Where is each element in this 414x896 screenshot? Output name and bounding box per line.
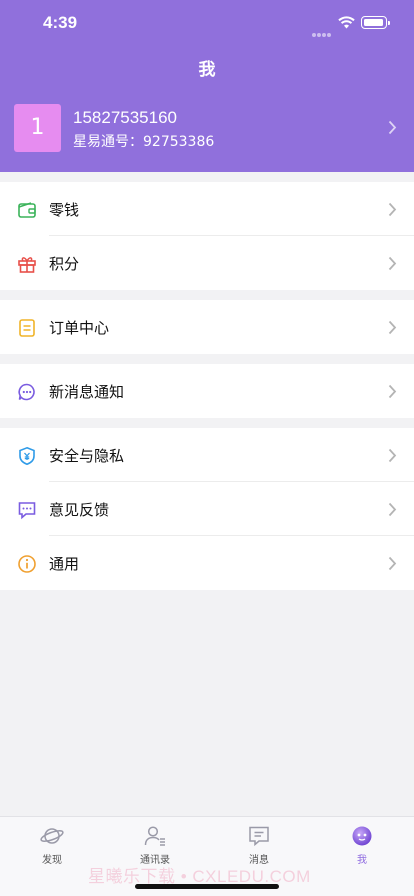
menu-item-notifications[interactable]: 新消息通知 (0, 364, 414, 418)
message-icon (249, 826, 269, 847)
menu-item-orders[interactable]: 订单中心 (0, 300, 414, 354)
chat-bubble-icon (18, 383, 35, 401)
chevron-right-icon (388, 502, 397, 517)
home-indicator (135, 884, 279, 889)
chevron-right-icon (388, 384, 397, 399)
gift-icon (18, 257, 36, 273)
battery-icon (361, 16, 390, 29)
chevron-right-icon (388, 448, 397, 463)
menu-label: 积分 (49, 255, 80, 273)
profile-card[interactable]: 1 15827535160 星易通号：92753386 (0, 104, 414, 156)
chevron-right-icon (388, 556, 397, 571)
menu-label: 安全与隐私 (49, 447, 125, 465)
profile-phone: 15827535160 (73, 108, 178, 127)
wallet-icon (18, 202, 36, 218)
profile-account-id: 星易通号：92753386 (73, 134, 215, 150)
wifi-icon (338, 16, 355, 29)
header: 4:39 我 1 15827535160 星易通号：92753386 (0, 0, 414, 172)
menu-group-wallet: 零钱 积分 (0, 182, 414, 290)
menu-item-wallet[interactable]: 零钱 (0, 182, 414, 236)
menu-item-general[interactable]: 通用 (0, 536, 414, 590)
signal-icon (312, 22, 332, 41)
info-icon (18, 555, 36, 573)
status-time: 4:39 (43, 13, 78, 32)
menu-item-feedback[interactable]: 意见反馈 (0, 482, 414, 536)
chevron-right-icon (388, 202, 397, 217)
page-title: 我 (198, 60, 216, 80)
feedback-icon (18, 502, 36, 520)
tab-label: 我 (357, 855, 367, 866)
chevron-right-icon (388, 320, 397, 335)
planet-icon (40, 828, 64, 844)
menu-label: 订单中心 (49, 319, 110, 337)
menu-label: 零钱 (49, 201, 80, 219)
menu-group-orders: 订单中心 (0, 300, 414, 354)
menu-group-notifications: 新消息通知 (0, 364, 414, 418)
avatar[interactable]: 1 (14, 104, 61, 152)
menu-item-security[interactable]: 安全与隐私 (0, 428, 414, 482)
menu-label: 新消息通知 (49, 383, 125, 401)
menu-group-settings: 安全与隐私 意见反馈 通用 (0, 428, 414, 590)
status-bar: 4:39 (0, 0, 414, 44)
menu-label: 通用 (49, 555, 80, 573)
shield-icon (19, 446, 35, 466)
order-list-icon (19, 319, 35, 337)
me-icon (352, 826, 372, 846)
contacts-icon (144, 826, 165, 846)
menu-item-points[interactable]: 积分 (0, 236, 414, 290)
chevron-right-icon (388, 256, 397, 271)
tab-me[interactable]: 我 (310, 817, 414, 877)
chevron-right-icon (388, 120, 397, 135)
menu-label: 意见反馈 (49, 501, 110, 519)
